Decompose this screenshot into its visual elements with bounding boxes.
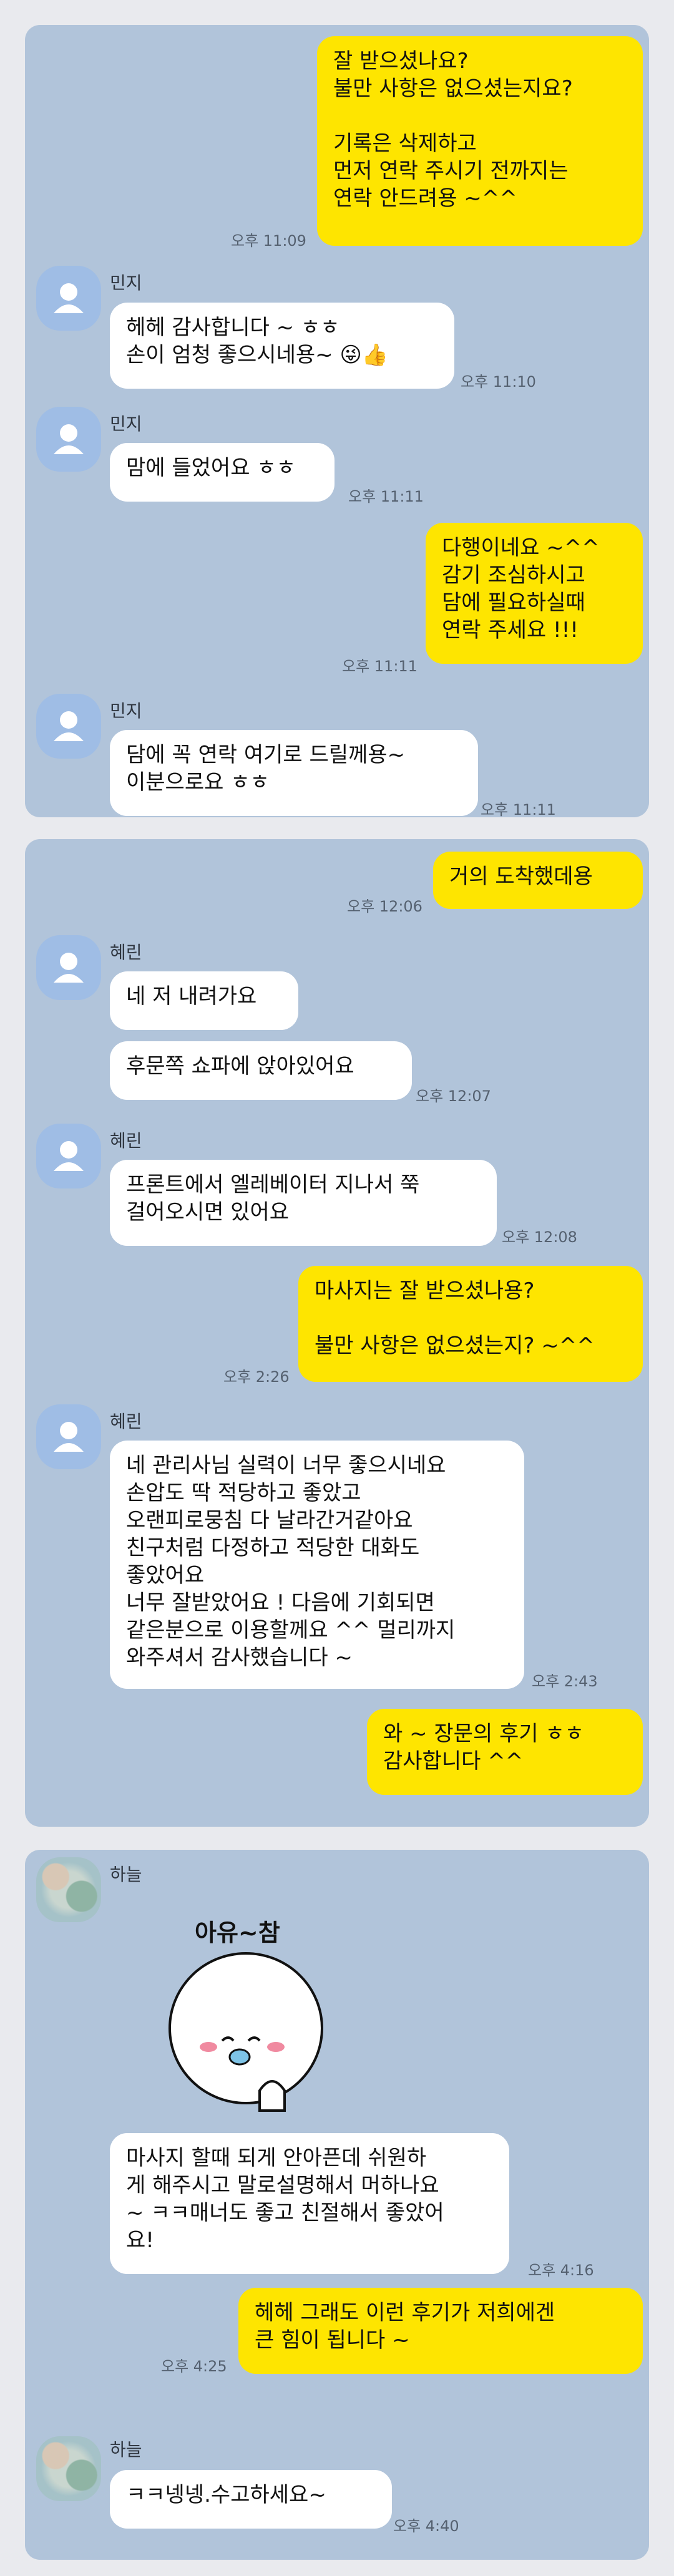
chat-panel-1: 잘 받으셨나요? 불만 사항은 없으셨는지요? 기록은 삭제하고 먼저 연락 주…: [25, 25, 649, 817]
message-bubble-sent[interactable]: 잘 받으셨나요? 불만 사항은 없으셨는지요? 기록은 삭제하고 먼저 연락 주…: [317, 36, 643, 246]
default-profile-icon: [54, 1422, 84, 1452]
avatar[interactable]: [36, 1124, 101, 1188]
message-bubble-sent[interactable]: 마사지는 잘 받으셨나용? 불만 사항은 없으셨는지? ~^^: [298, 1266, 643, 1382]
sender-name: 하늘: [110, 1864, 142, 1885]
message-time: 오후 11:11: [481, 801, 556, 817]
sender-name: 민지: [110, 273, 142, 293]
message-time: 오후 12:06: [347, 898, 422, 915]
sender-name: 혜린: [110, 942, 142, 963]
message-bubble-sent[interactable]: 거의 도착했데용: [433, 852, 643, 909]
message-bubble-received[interactable]: ㅋㅋ넹넹.수고하세요~: [110, 2470, 392, 2529]
message-bubble-sent[interactable]: 다행이네요 ~^^ 감기 조심하시고 담에 필요하실때 연락 주세요 !!!: [426, 523, 643, 664]
message-bubble-received[interactable]: 담에 꼭 연락 여기로 드릴께용~ 이분으로요 ㅎㅎ: [110, 730, 478, 816]
default-profile-icon: [54, 711, 84, 741]
default-profile-icon: [54, 953, 84, 983]
avatar[interactable]: [36, 266, 101, 331]
message-time: 오후 11:11: [342, 658, 418, 675]
sender-name: 민지: [110, 414, 142, 434]
message-bubble-received[interactable]: 네 저 내려가요: [110, 971, 298, 1030]
default-profile-icon: [54, 283, 84, 313]
message-bubble-received[interactable]: 후문쪽 쇼파에 앉아있어요: [110, 1041, 412, 1100]
chat-panel-3: 하늘 아유~참 마사지 할때 되게 안아픈데 쉬원하 게 해주시고 말로설명해서…: [25, 1850, 649, 2560]
message-time: 오후 4:40: [393, 2517, 459, 2535]
message-time: 오후 2:26: [223, 1368, 290, 1386]
sticker-caption: 아유~참: [195, 1919, 280, 1947]
message-time: 오후 12:08: [502, 1228, 577, 1246]
message-time: 오후 2:43: [532, 1673, 598, 1690]
avatar[interactable]: [36, 694, 101, 759]
chat-panel-2: 거의 도착했데용 오후 12:06 혜린 네 저 내려가요 후문쪽 쇼파에 앉아…: [25, 839, 649, 1827]
message-bubble-received[interactable]: 맘에 들었어요 ㅎㅎ: [110, 443, 335, 502]
sender-name: 민지: [110, 701, 142, 721]
message-time: 오후 11:11: [348, 488, 424, 505]
message-bubble-received[interactable]: 네 관리사님 실력이 너무 좋으시네요 손압도 딱 적당하고 좋았고 오랜피로뭉…: [110, 1441, 524, 1689]
sender-name: 하늘: [110, 2439, 142, 2460]
default-profile-icon: [54, 1141, 84, 1171]
sender-name: 혜린: [110, 1411, 142, 1432]
sender-name: 혜린: [110, 1130, 142, 1151]
message-time: 오후 12:07: [416, 1087, 491, 1105]
avatar[interactable]: [36, 935, 101, 1000]
message-bubble-received[interactable]: 헤헤 감사합니다 ~ ㅎㅎ 손이 엄청 좋으시네용~ 😜👍: [110, 303, 454, 389]
message-bubble-received[interactable]: 프론트에서 엘레베이터 지나서 쭉 걸어오시면 있어요: [110, 1160, 497, 1246]
message-time: 오후 11:09: [231, 232, 306, 250]
message-bubble-sent[interactable]: 와 ~ 장문의 후기 ㅎㅎ 감사합니다 ^^: [367, 1709, 643, 1795]
avatar[interactable]: [36, 407, 101, 472]
message-bubble-sent[interactable]: 헤헤 그래도 이런 후기가 저희에겐 큰 힘이 됩니다 ~: [238, 2288, 643, 2374]
message-time: 오후 11:10: [461, 373, 536, 391]
message-time: 오후 4:16: [528, 2262, 594, 2279]
sticker-image[interactable]: 아유~참: [168, 1913, 341, 2118]
avatar[interactable]: [36, 2436, 101, 2501]
default-profile-icon: [54, 424, 84, 454]
avatar[interactable]: [36, 1857, 101, 1922]
smiling-face-icon: [168, 1952, 323, 2112]
avatar[interactable]: [36, 1404, 101, 1469]
message-time: 오후 4:25: [161, 2358, 227, 2375]
message-bubble-received[interactable]: 마사지 할때 되게 안아픈데 쉬원하 게 해주시고 말로설명해서 머하나요 ~ …: [110, 2133, 509, 2274]
